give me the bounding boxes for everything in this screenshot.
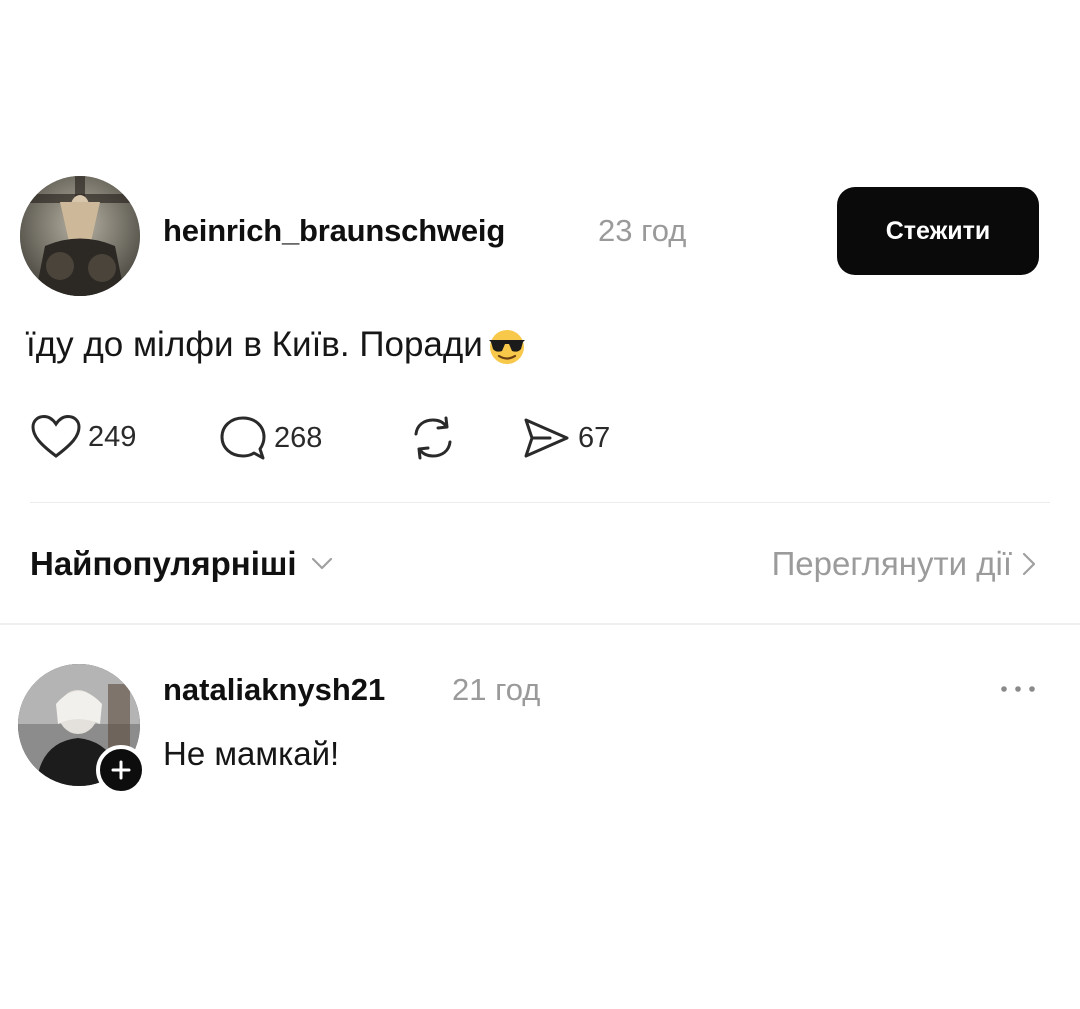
view-activity-label: Переглянути дії: [771, 545, 1012, 582]
share-button[interactable]: 67: [520, 414, 610, 462]
sunglasses-emoji-icon: [488, 330, 525, 364]
divider: [30, 502, 1050, 503]
sort-dropdown[interactable]: Найпопулярніші: [30, 545, 333, 583]
post-author-avatar[interactable]: [20, 176, 140, 296]
heart-icon: [31, 414, 81, 458]
comment-count: 268: [274, 421, 323, 454]
section-divider: [0, 623, 1080, 625]
comment-button[interactable]: 268: [218, 414, 322, 462]
post-author-username[interactable]: heinrich_braunschweig: [163, 213, 505, 249]
like-button[interactable]: 249: [30, 414, 136, 460]
repost-button[interactable]: [408, 414, 458, 462]
more-options-icon[interactable]: [996, 674, 1040, 704]
chevron-right-icon: [1022, 552, 1036, 576]
send-icon: [524, 418, 569, 458]
post-body: їду до мілфи в Київ. Поради: [26, 323, 529, 367]
view-activity-link[interactable]: Переглянути дії: [772, 545, 1036, 583]
chevron-down-icon: [311, 557, 332, 570]
reply-timestamp: 21 год: [452, 672, 541, 707]
follow-reply-author-button[interactable]: [96, 745, 146, 795]
reply-author-username[interactable]: nataliaknysh21: [163, 672, 385, 708]
share-count: 67: [578, 421, 611, 454]
reply-text: Не мамкай!: [163, 735, 340, 772]
like-count: 249: [88, 420, 137, 453]
post-text: їду до мілфи в Київ. Поради: [26, 325, 483, 364]
post-timestamp: 23 год: [598, 213, 687, 248]
comment-bubble-icon: [220, 416, 266, 460]
plus-icon: [111, 760, 131, 780]
follow-button[interactable]: Стежити: [837, 187, 1039, 275]
sort-label: Найпопулярніші: [30, 545, 297, 582]
repost-icon: [414, 416, 452, 460]
